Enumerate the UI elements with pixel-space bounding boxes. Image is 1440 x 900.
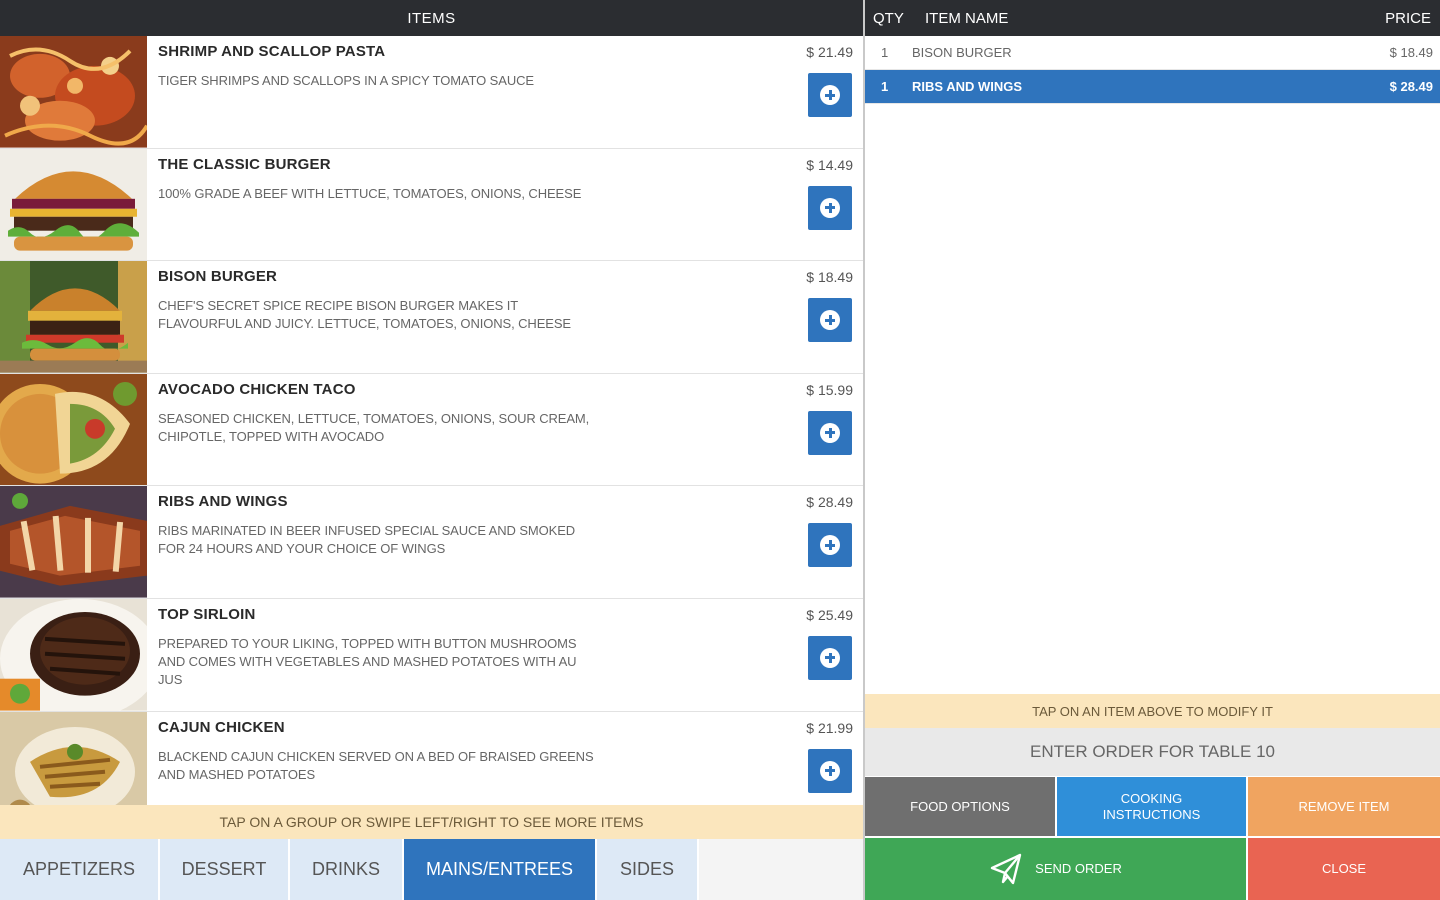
tab-drinks[interactable]: DRINKS	[290, 839, 404, 900]
order-row-qty: 1	[881, 79, 889, 94]
paper-plane-icon	[990, 853, 1022, 885]
item-description: TIGER SHRIMPS AND SCALLOPS IN A SPICY TO…	[158, 73, 534, 88]
item-name: AVOCADO CHICKEN TACO	[158, 380, 356, 398]
bison-burger-image	[0, 261, 147, 373]
order-header-item-name: ITEM NAME	[925, 9, 1009, 27]
item-price: $ 15.99	[806, 381, 853, 398]
cooking-label-line1: COOKING	[1120, 790, 1183, 806]
ribs-image	[0, 486, 147, 598]
plus-icon	[820, 310, 840, 331]
order-row-name: RIBS AND WINGS	[912, 79, 1023, 94]
order-row-qty: 1	[881, 45, 889, 60]
close-button[interactable]: CLOSE	[1248, 838, 1440, 900]
order-panel: QTY ITEM NAME PRICE 1 BISON BURGER $ 18.…	[865, 0, 1440, 900]
plus-icon	[820, 535, 840, 556]
menu-item[interactable]: SHRIMP AND SCALLOP PASTA TIGER SHRIMPS A…	[0, 36, 863, 149]
pasta-image	[0, 36, 147, 148]
items-hint: TAP ON A GROUP OR SWIPE LEFT/RIGHT TO SE…	[0, 805, 863, 839]
order-header-price: PRICE	[1385, 9, 1431, 27]
item-name: THE CLASSIC BURGER	[158, 155, 331, 173]
cooking-instructions-button[interactable]: COOKING INSTRUCTIONS	[1057, 777, 1246, 836]
item-name: BISON BURGER	[158, 268, 278, 286]
items-header: ITEMS	[0, 0, 863, 36]
item-description: RIBS MARINATED IN BEER INFUSED SPECIAL S…	[158, 523, 576, 557]
burger-image	[0, 148, 147, 261]
add-item-button[interactable]	[808, 523, 852, 568]
plus-icon	[820, 760, 840, 781]
order-row[interactable]: 1 BISON BURGER $ 18.49	[865, 36, 1440, 70]
order-list: 1 BISON BURGER $ 18.49 1 RIBS AND WINGS …	[865, 36, 1440, 104]
item-name: TOP SIRLOIN	[158, 605, 256, 623]
order-row-name: BISON BURGER	[912, 45, 1012, 60]
add-item-button[interactable]	[808, 748, 852, 793]
add-item-button[interactable]	[808, 73, 852, 117]
items-hint-text: TAP ON A GROUP OR SWIPE LEFT/RIGHT TO SE…	[219, 814, 644, 830]
tabs-filler	[699, 839, 863, 900]
menu-item[interactable]: AVOCADO CHICKEN TACO SEASONED CHICKEN, L…	[0, 373, 863, 487]
order-row-price: $ 28.49	[1389, 79, 1433, 94]
order-table-placeholder: ENTER ORDER FOR TABLE 10	[1030, 742, 1275, 761]
tab-dessert[interactable]: DESSERT	[160, 839, 290, 900]
menu-item[interactable]: TOP SIRLOIN PREPARED TO YOUR LIKING, TOP…	[0, 598, 863, 712]
add-item-button[interactable]	[808, 298, 852, 343]
category-tabs: APPETIZERS DESSERT DRINKS MAINS/ENTREES …	[0, 839, 863, 900]
item-name: RIBS AND WINGS	[158, 493, 288, 511]
remove-item-label: REMOVE ITEM	[1298, 798, 1390, 814]
menu-item[interactable]: THE CLASSIC BURGER 100% GRADE A BEEF WIT…	[0, 148, 863, 262]
menu-item[interactable]: RIBS AND WINGS RIBS MARINATED IN BEER IN…	[0, 486, 863, 599]
item-name: CAJUN CHICKEN	[158, 718, 285, 736]
order-hint: TAP ON AN ITEM ABOVE TO MODIFY IT	[865, 694, 1440, 728]
add-item-button[interactable]	[808, 185, 852, 230]
cooking-instructions-label: COOKING INSTRUCTIONS	[1103, 791, 1201, 823]
order-actions: FOOD OPTIONS COOKING INSTRUCTIONS REMOVE …	[865, 777, 1440, 900]
order-header: QTY ITEM NAME PRICE	[865, 0, 1440, 36]
plus-icon	[820, 197, 840, 218]
items-header-title: ITEMS	[407, 9, 456, 27]
steak-image	[0, 598, 147, 711]
order-row-price: $ 18.49	[1389, 45, 1433, 60]
item-description: 100% GRADE A BEEF WITH LETTUCE, TOMATOES…	[158, 185, 582, 201]
send-order-label: SEND ORDER	[1035, 861, 1122, 876]
close-label: CLOSE	[1321, 861, 1367, 876]
food-options-button[interactable]: FOOD OPTIONS	[865, 777, 1055, 836]
item-description: CHEF'S SECRET SPICE RECIPE BISON BURGER …	[158, 298, 571, 332]
item-price: $ 28.49	[806, 494, 853, 511]
plus-icon	[820, 647, 840, 668]
remove-item-button[interactable]: REMOVE ITEM	[1248, 777, 1440, 836]
order-table-input[interactable]: ENTER ORDER FOR TABLE 10	[865, 728, 1440, 776]
item-price: $ 14.49	[806, 156, 853, 173]
order-header-qty: QTY	[873, 9, 904, 27]
add-item-button[interactable]	[808, 635, 852, 680]
item-description: BLACKEND CAJUN CHICKEN SERVED ON A BED O…	[158, 748, 594, 782]
taco-image	[0, 373, 147, 486]
item-description: PREPARED TO YOUR LIKING, TOPPED WITH BUT…	[158, 635, 577, 687]
order-hint-text: TAP ON AN ITEM ABOVE TO MODIFY IT	[1032, 703, 1273, 719]
tab-sides[interactable]: SIDES	[597, 839, 699, 900]
item-price: $ 25.49	[806, 606, 853, 623]
order-row-selected[interactable]: 1 RIBS AND WINGS $ 28.49	[865, 70, 1440, 104]
plus-icon	[820, 85, 840, 105]
item-price: $ 21.49	[806, 44, 853, 60]
send-order-button[interactable]: SEND ORDER	[865, 838, 1246, 900]
cajun-chicken-image	[0, 711, 147, 805]
food-options-label: FOOD OPTIONS	[910, 798, 1010, 814]
add-item-button[interactable]	[808, 410, 852, 455]
items-panel: ITEMS SHRIMP AND SCALLOP PASTA TIGER SHR…	[0, 0, 863, 900]
tab-appetizers[interactable]: APPETIZERS	[0, 839, 160, 900]
plus-icon	[820, 422, 840, 443]
item-name: SHRIMP AND SCALLOP PASTA	[158, 43, 386, 60]
item-description: SEASONED CHICKEN, LETTUCE, TOMATOES, ONI…	[158, 410, 590, 444]
item-price: $ 21.99	[806, 719, 853, 736]
menu-item[interactable]: BISON BURGER CHEF'S SECRET SPICE RECIPE …	[0, 261, 863, 374]
tab-mains-entrees[interactable]: MAINS/ENTREES	[404, 839, 597, 900]
menu-list[interactable]: SHRIMP AND SCALLOP PASTA TIGER SHRIMPS A…	[0, 36, 863, 805]
item-price: $ 18.49	[806, 269, 853, 286]
cooking-label-line2: INSTRUCTIONS	[1102, 806, 1201, 822]
menu-item[interactable]: CAJUN CHICKEN BLACKEND CAJUN CHICKEN SER…	[0, 711, 863, 805]
